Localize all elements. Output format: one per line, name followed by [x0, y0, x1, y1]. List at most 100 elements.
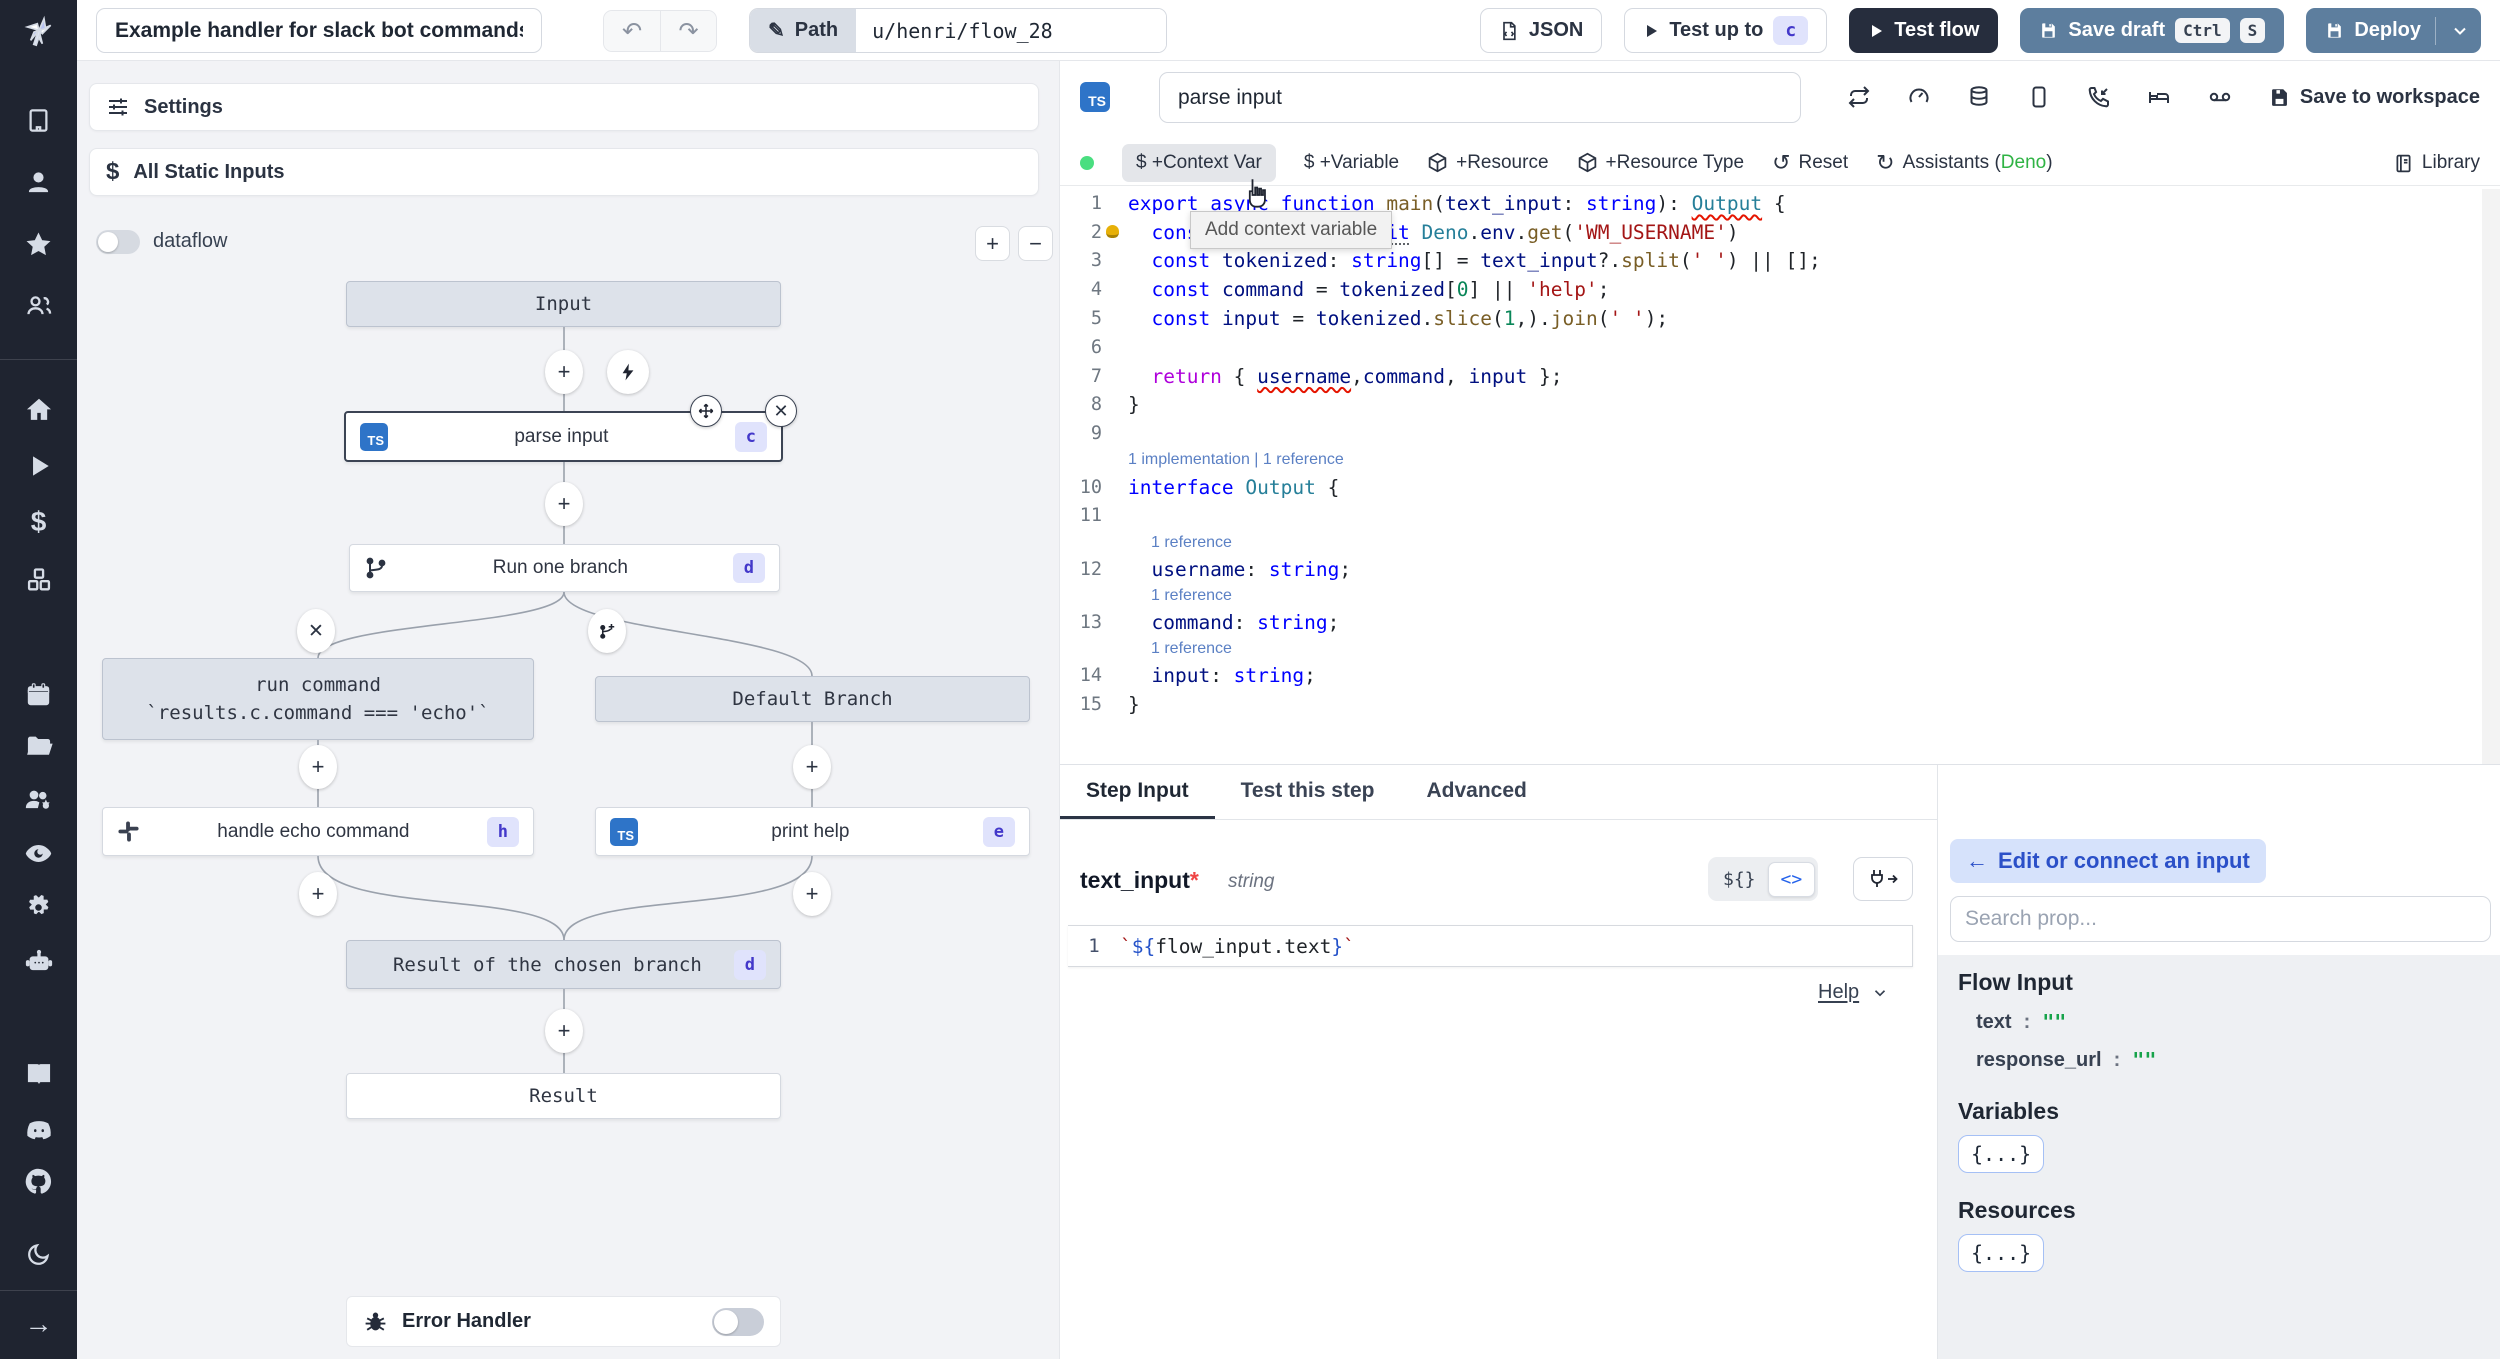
- add-resource-button[interactable]: +Resource: [1427, 152, 1549, 174]
- add-step-button[interactable]: +: [299, 872, 337, 916]
- cubes-icon[interactable]: [0, 564, 77, 596]
- line-number: 1: [1088, 935, 1100, 957]
- add-step-button[interactable]: +: [545, 1009, 583, 1053]
- user-icon[interactable]: [0, 166, 77, 198]
- connect-input-button[interactable]: [1853, 857, 1913, 901]
- save-icon: [2328, 23, 2342, 38]
- discord-icon[interactable]: [0, 1114, 77, 1146]
- users-gear-icon[interactable]: [0, 783, 77, 817]
- save-draft-button[interactable]: Save draft Ctrl S: [2020, 8, 2285, 53]
- prop-picker: Flow Input text : "" response_url : "" V…: [1938, 955, 2500, 1359]
- tab-step-input[interactable]: Step Input: [1060, 765, 1215, 819]
- sidebar-divider: [0, 359, 77, 360]
- windmill-logo-icon[interactable]: [0, 10, 77, 54]
- path-label: ✎ Path: [750, 9, 857, 52]
- delete-node-button[interactable]: ✕: [765, 395, 797, 427]
- deploy-button[interactable]: Deploy: [2306, 8, 2481, 53]
- repeat-icon[interactable]: [1847, 85, 1871, 109]
- tab-advanced[interactable]: Advanced: [1400, 765, 1552, 819]
- flow-title-input[interactable]: [96, 8, 542, 53]
- chevron-down-icon: [1875, 989, 1886, 996]
- template-mode-option[interactable]: ${}: [1711, 863, 1768, 896]
- search-prop-input[interactable]: [1950, 896, 2491, 942]
- typescript-icon: TS: [1080, 82, 1110, 112]
- phone-incoming-icon[interactable]: [2087, 85, 2111, 109]
- voicemail-icon[interactable]: [2207, 85, 2233, 109]
- mobile-icon[interactable]: [2027, 85, 2051, 109]
- json-button[interactable]: JSON: [1479, 8, 1603, 53]
- book-icon[interactable]: [0, 1058, 77, 1090]
- test-up-to-button[interactable]: Test up to c: [1624, 8, 1828, 53]
- github-icon[interactable]: [0, 1165, 77, 1197]
- path-chip[interactable]: ✎ Path u/henri/flow_28: [749, 8, 1168, 53]
- flow-edges: [317, 327, 813, 1073]
- home-icon[interactable]: [0, 394, 77, 426]
- play-icon[interactable]: [0, 450, 77, 482]
- help-link[interactable]: Help: [1818, 981, 1889, 1004]
- moon-icon[interactable]: [0, 1238, 77, 1270]
- test-flow-button[interactable]: Test flow: [1849, 8, 1999, 53]
- plug-arrow-icon: [1871, 870, 1898, 887]
- prop-row-response-url[interactable]: response_url : "": [1976, 1048, 2481, 1072]
- add-step-button[interactable]: +: [545, 350, 583, 394]
- save-to-workspace-button[interactable]: Save to workspace: [2269, 86, 2480, 109]
- variables-expand-chip[interactable]: {...}: [1958, 1135, 2045, 1173]
- arrow-right-icon[interactable]: →: [0, 1308, 77, 1340]
- sidebar-divider-bottom: [0, 1290, 77, 1291]
- move-node-button[interactable]: [690, 395, 722, 427]
- undo-button[interactable]: ↶: [604, 11, 660, 51]
- trigger-bolt-button[interactable]: [607, 350, 649, 394]
- redo-button[interactable]: ↷: [660, 11, 716, 51]
- code-mode-option[interactable]: <>: [1767, 861, 1816, 897]
- reset-button[interactable]: ↺ Reset: [1772, 150, 1848, 176]
- pencil-icon: ✎: [768, 20, 785, 42]
- path-value-input[interactable]: u/henri/flow_28: [856, 9, 1167, 52]
- resources-expand-chip[interactable]: {...}: [1958, 1234, 2045, 1272]
- database-icon[interactable]: [1967, 85, 1991, 109]
- bed-icon[interactable]: [2147, 85, 2171, 109]
- code-lines[interactable]: 1 export async function main(text_input: …: [1060, 189, 2480, 719]
- eye-icon[interactable]: [0, 837, 77, 869]
- star-icon[interactable]: [0, 228, 77, 260]
- gear-icon[interactable]: [0, 891, 77, 923]
- kbd-s: S: [2239, 18, 2266, 43]
- tab-test-this-step[interactable]: Test this step: [1215, 765, 1401, 819]
- step-name-input[interactable]: [1159, 72, 1801, 123]
- add-step-button[interactable]: +: [793, 872, 831, 916]
- add-variable-button[interactable]: $ +Variable: [1304, 152, 1399, 174]
- add-branch-button[interactable]: [588, 609, 626, 653]
- chevron-down-icon[interactable]: [2450, 21, 2470, 41]
- remove-branch-button[interactable]: ✕: [297, 609, 335, 653]
- play-icon: [1647, 24, 1658, 37]
- variables-title: Variables: [1958, 1098, 2060, 1124]
- add-step-button[interactable]: +: [299, 745, 337, 789]
- edit-or-connect-button[interactable]: ← Edit or connect an input: [1950, 839, 2266, 883]
- library-button[interactable]: Library: [2393, 140, 2480, 186]
- tooltip: Add context variable: [1190, 211, 1393, 249]
- file-icon: [1503, 21, 1516, 40]
- gauge-icon[interactable]: [1907, 85, 1931, 109]
- expr-editor[interactable]: 1 `${flow_input.text}`: [1068, 925, 1913, 967]
- dollar-icon[interactable]: $: [0, 505, 77, 539]
- move-icon: [698, 403, 714, 419]
- mouse-cursor-icon: [1248, 179, 1266, 208]
- users-icon[interactable]: [0, 290, 77, 322]
- assistants-button[interactable]: ↻ Assistants (Deno): [1876, 150, 2052, 176]
- add-context-var-button[interactable]: $ +Context Var: [1122, 143, 1276, 182]
- editor-scrollbar[interactable]: [2482, 189, 2500, 764]
- play-icon: [1872, 24, 1883, 37]
- calendar-icon[interactable]: [0, 678, 77, 710]
- prop-row-text[interactable]: text : "": [1976, 1010, 2481, 1034]
- flow-graph-panel: Settings $ All Static Inputs dataflow + …: [77, 61, 1060, 1359]
- building-icon[interactable]: [0, 104, 77, 136]
- robot-icon[interactable]: [0, 945, 77, 979]
- add-step-button[interactable]: +: [793, 745, 831, 789]
- resources-title: Resources: [1958, 1197, 2076, 1223]
- add-resource-type-button[interactable]: +Resource Type: [1577, 152, 1744, 174]
- save-icon: [2271, 88, 2287, 106]
- add-step-button[interactable]: +: [545, 482, 583, 526]
- expr-code[interactable]: `${flow_input.text}`: [1120, 935, 1355, 958]
- folder-icon[interactable]: [0, 730, 77, 762]
- step-tabs: Step Input Test this step Advanced: [1060, 765, 1937, 820]
- required-asterisk: *: [1189, 867, 1199, 893]
